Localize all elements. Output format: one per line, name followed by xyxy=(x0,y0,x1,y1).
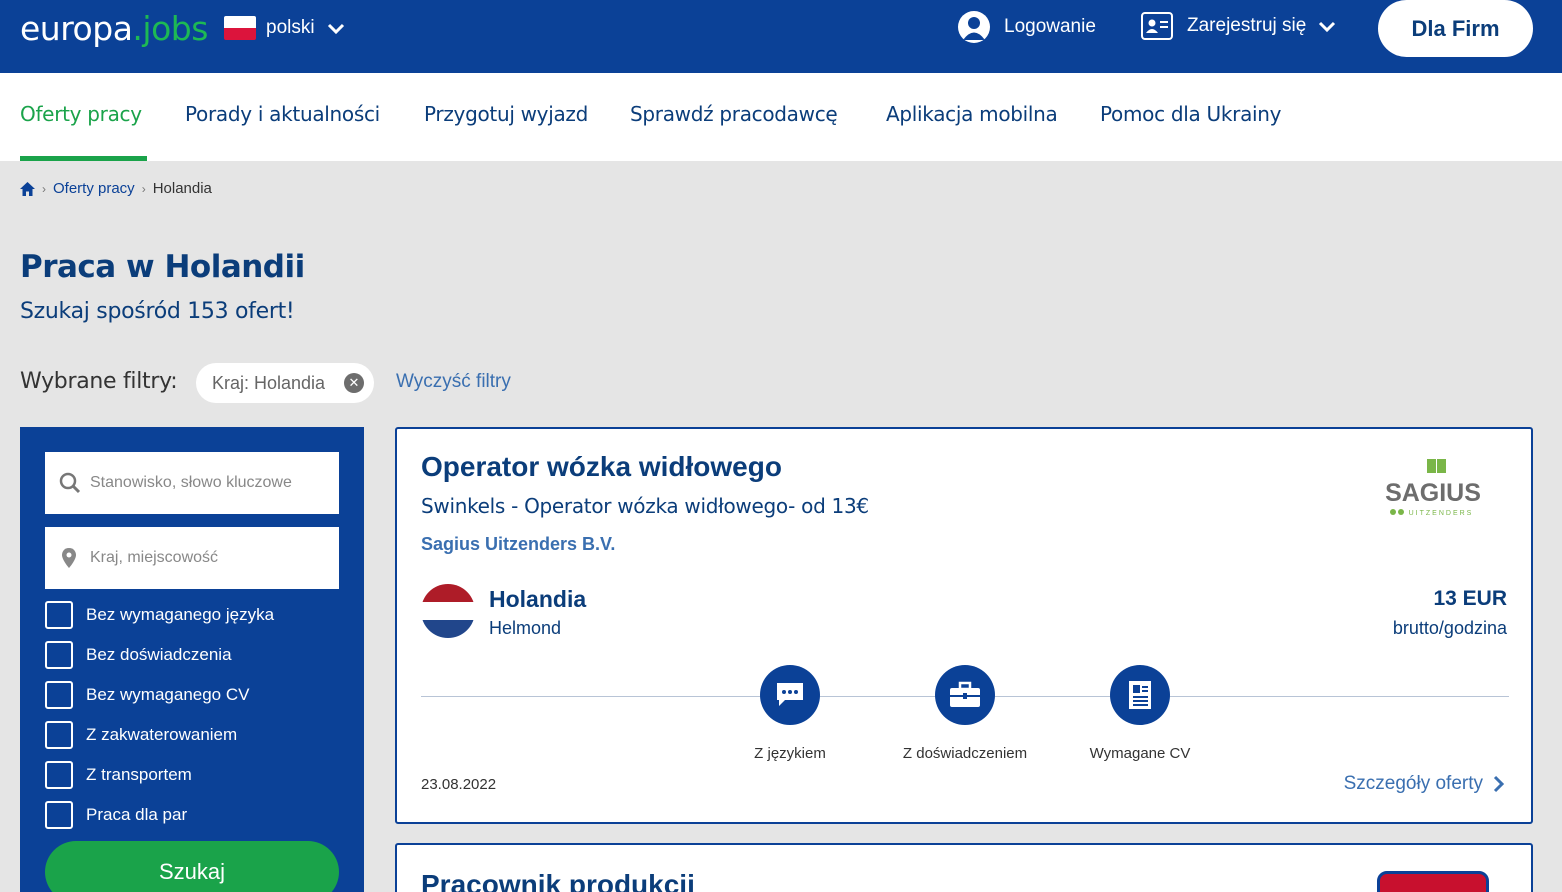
job-title[interactable]: Operator wózka widłowego xyxy=(421,451,782,483)
nav-item-job-offers[interactable]: Oferty pracy xyxy=(20,102,142,126)
language-selector[interactable]: polski xyxy=(224,15,345,41)
checkbox-label: Praca dla par xyxy=(86,805,188,824)
clear-filters-link[interactable]: Wyczyść filtry xyxy=(396,371,511,393)
job-subtitle: Swinkels - Operator wózka widłowego- od … xyxy=(421,494,869,518)
search-icon xyxy=(59,472,81,494)
job-card[interactable]: Operator wózka widłowego Swinkels - Oper… xyxy=(395,427,1533,824)
search-sidebar: Stanowisko, słowo kluczowe Kraj, miejsco… xyxy=(20,427,364,892)
employers-button[interactable]: Dla Firm xyxy=(1378,0,1533,57)
checkbox-label: Bez wymaganego języka xyxy=(86,605,275,624)
job-salary: 13 EUR xyxy=(1433,587,1507,610)
filter-no-experience[interactable]: Bez doświadczenia xyxy=(45,641,232,669)
company-logo: SAGIUS UITZENDERS xyxy=(1385,459,1481,517)
user-icon xyxy=(958,11,990,43)
search-button[interactable]: Szukaj xyxy=(45,841,339,892)
offer-count-subtitle: Szukaj spośród 153 ofert! xyxy=(20,299,295,324)
chat-icon xyxy=(760,665,820,725)
offer-details-link[interactable]: Szczegóły oferty xyxy=(1344,773,1505,795)
job-date: 23.08.2022 xyxy=(421,776,497,793)
chevron-right-icon xyxy=(1493,775,1505,793)
netherlands-flag-icon xyxy=(421,584,475,638)
checkbox[interactable] xyxy=(45,681,73,709)
location-placeholder: Kraj, miejscowość xyxy=(90,549,219,566)
top-header: europa.jobs polski Logowanie Zarejestruj… xyxy=(0,0,1562,73)
chevron-down-icon xyxy=(327,23,344,35)
selected-filters-label: Wybrane filtry: xyxy=(20,369,178,394)
register-button[interactable]: Zarejestruj się xyxy=(1141,12,1336,40)
page-title: Praca w Holandii xyxy=(20,249,305,285)
breadcrumb: › Oferty pracy › Holandia xyxy=(20,180,212,197)
checkbox[interactable] xyxy=(45,761,73,789)
checkbox-label: Z transportem xyxy=(86,765,192,784)
checkbox-label: Bez doświadczenia xyxy=(86,645,232,664)
login-label: Logowanie xyxy=(1004,16,1096,37)
job-city: Helmond xyxy=(489,618,562,638)
site-logo[interactable]: europa.jobs xyxy=(20,9,208,48)
checkbox-label: Bez wymaganego CV xyxy=(86,685,250,704)
nav-item-mobile-app[interactable]: Aplikacja mobilna xyxy=(886,102,1058,126)
document-icon xyxy=(1110,665,1170,725)
main-nav: Oferty pracy Porady i aktualności Przygo… xyxy=(0,73,1562,161)
filter-chip-label: Kraj: Holandia xyxy=(212,372,326,393)
nav-item-ukraine-help[interactable]: Pomoc dla Ukrainy xyxy=(1100,102,1282,126)
id-card-icon xyxy=(1141,12,1173,40)
register-label: Zarejestruj się xyxy=(1187,15,1307,36)
breadcrumb-current: Holandia xyxy=(152,180,212,197)
poland-flag-icon xyxy=(224,16,256,40)
nav-item-advice-news[interactable]: Porady i aktualności xyxy=(185,102,380,126)
feature-label: Wymagane CV xyxy=(1089,745,1191,762)
chevron-down-icon xyxy=(1319,21,1336,33)
offer-details-label: Szczegóły oferty xyxy=(1343,773,1483,794)
keyword-input[interactable]: Stanowisko, słowo kluczowe xyxy=(45,452,339,514)
checkbox[interactable] xyxy=(45,721,73,749)
company-name[interactable]: Sagius Uitzenders B.V. xyxy=(421,534,615,555)
company-logo-text: SAGIUS xyxy=(1385,479,1481,507)
company-logo xyxy=(1377,871,1489,892)
job-title[interactable]: Pracownik produkcji xyxy=(421,869,695,892)
location-input[interactable]: Kraj, miejscowość xyxy=(45,527,339,589)
remove-filter-icon[interactable]: ✕ xyxy=(344,373,364,393)
feature-cv: Wymagane CV xyxy=(1060,665,1220,762)
checkbox-label: Z zakwaterowaniem xyxy=(86,725,238,744)
job-salary-unit: brutto/godzina xyxy=(1392,618,1507,638)
company-logo-subtext: UITZENDERS xyxy=(1409,510,1474,517)
filter-transport[interactable]: Z transportem xyxy=(45,761,192,789)
checkbox[interactable] xyxy=(45,801,73,829)
filter-chip-country: Kraj: Holandia ✕ xyxy=(196,363,374,403)
login-button[interactable]: Logowanie xyxy=(958,11,1096,43)
filter-no-cv[interactable]: Bez wymaganego CV xyxy=(45,681,249,709)
filter-couples[interactable]: Praca dla par xyxy=(45,801,187,829)
location-pin-icon xyxy=(62,548,76,568)
checkbox[interactable] xyxy=(45,601,73,629)
nav-item-prepare-trip[interactable]: Przygotuj wyjazd xyxy=(424,102,588,126)
checkbox[interactable] xyxy=(45,641,73,669)
briefcase-icon xyxy=(935,665,995,725)
breadcrumb-separator: › xyxy=(141,181,146,196)
keyword-placeholder: Stanowisko, słowo kluczowe xyxy=(90,474,292,491)
feature-label: Z doświadczeniem xyxy=(902,745,1028,762)
breadcrumb-separator: › xyxy=(42,181,46,196)
nav-item-check-employer[interactable]: Sprawdź pracodawcę xyxy=(630,102,838,126)
feature-experience: Z doświadczeniem xyxy=(885,665,1045,762)
active-tab-indicator xyxy=(20,156,147,161)
job-country: Holandia xyxy=(489,586,587,612)
feature-language: Z językiem xyxy=(710,665,870,762)
feature-label: Z językiem xyxy=(754,745,826,762)
filter-no-language[interactable]: Bez wymaganego języka xyxy=(45,601,274,629)
language-label: polski xyxy=(266,17,315,38)
job-card[interactable]: Pracownik produkcji xyxy=(395,843,1533,892)
filter-accommodation[interactable]: Z zakwaterowaniem xyxy=(45,721,237,749)
breadcrumb-job-offers[interactable]: Oferty pracy xyxy=(53,180,135,197)
home-icon[interactable] xyxy=(20,181,35,196)
